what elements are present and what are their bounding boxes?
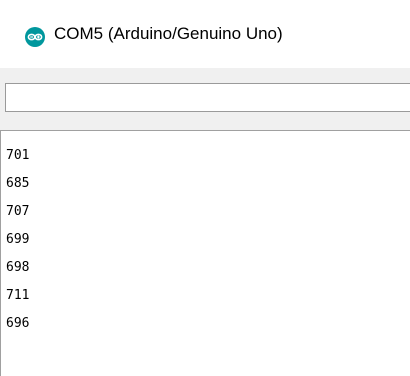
window-title: COM5 (Arduino/Genuino Uno)	[54, 24, 283, 43]
serial-output[interactable]: 701 685 707 699 698 711 696	[0, 130, 410, 376]
output-line: 685	[6, 176, 30, 191]
output-line: 707	[6, 204, 30, 219]
send-toolbar	[0, 68, 410, 130]
output-line: 701	[6, 148, 30, 163]
title-bar: COM5 (Arduino/Genuino Uno)	[0, 0, 410, 68]
output-line: 699	[6, 232, 30, 247]
send-input[interactable]	[5, 83, 410, 112]
output-line: 711	[6, 288, 30, 303]
arduino-logo-icon	[25, 27, 45, 47]
output-line: 696	[6, 316, 30, 331]
serial-monitor-window: COM5 (Arduino/Genuino Uno) 701 685 707 6…	[0, 0, 410, 376]
output-line: 698	[6, 260, 30, 275]
